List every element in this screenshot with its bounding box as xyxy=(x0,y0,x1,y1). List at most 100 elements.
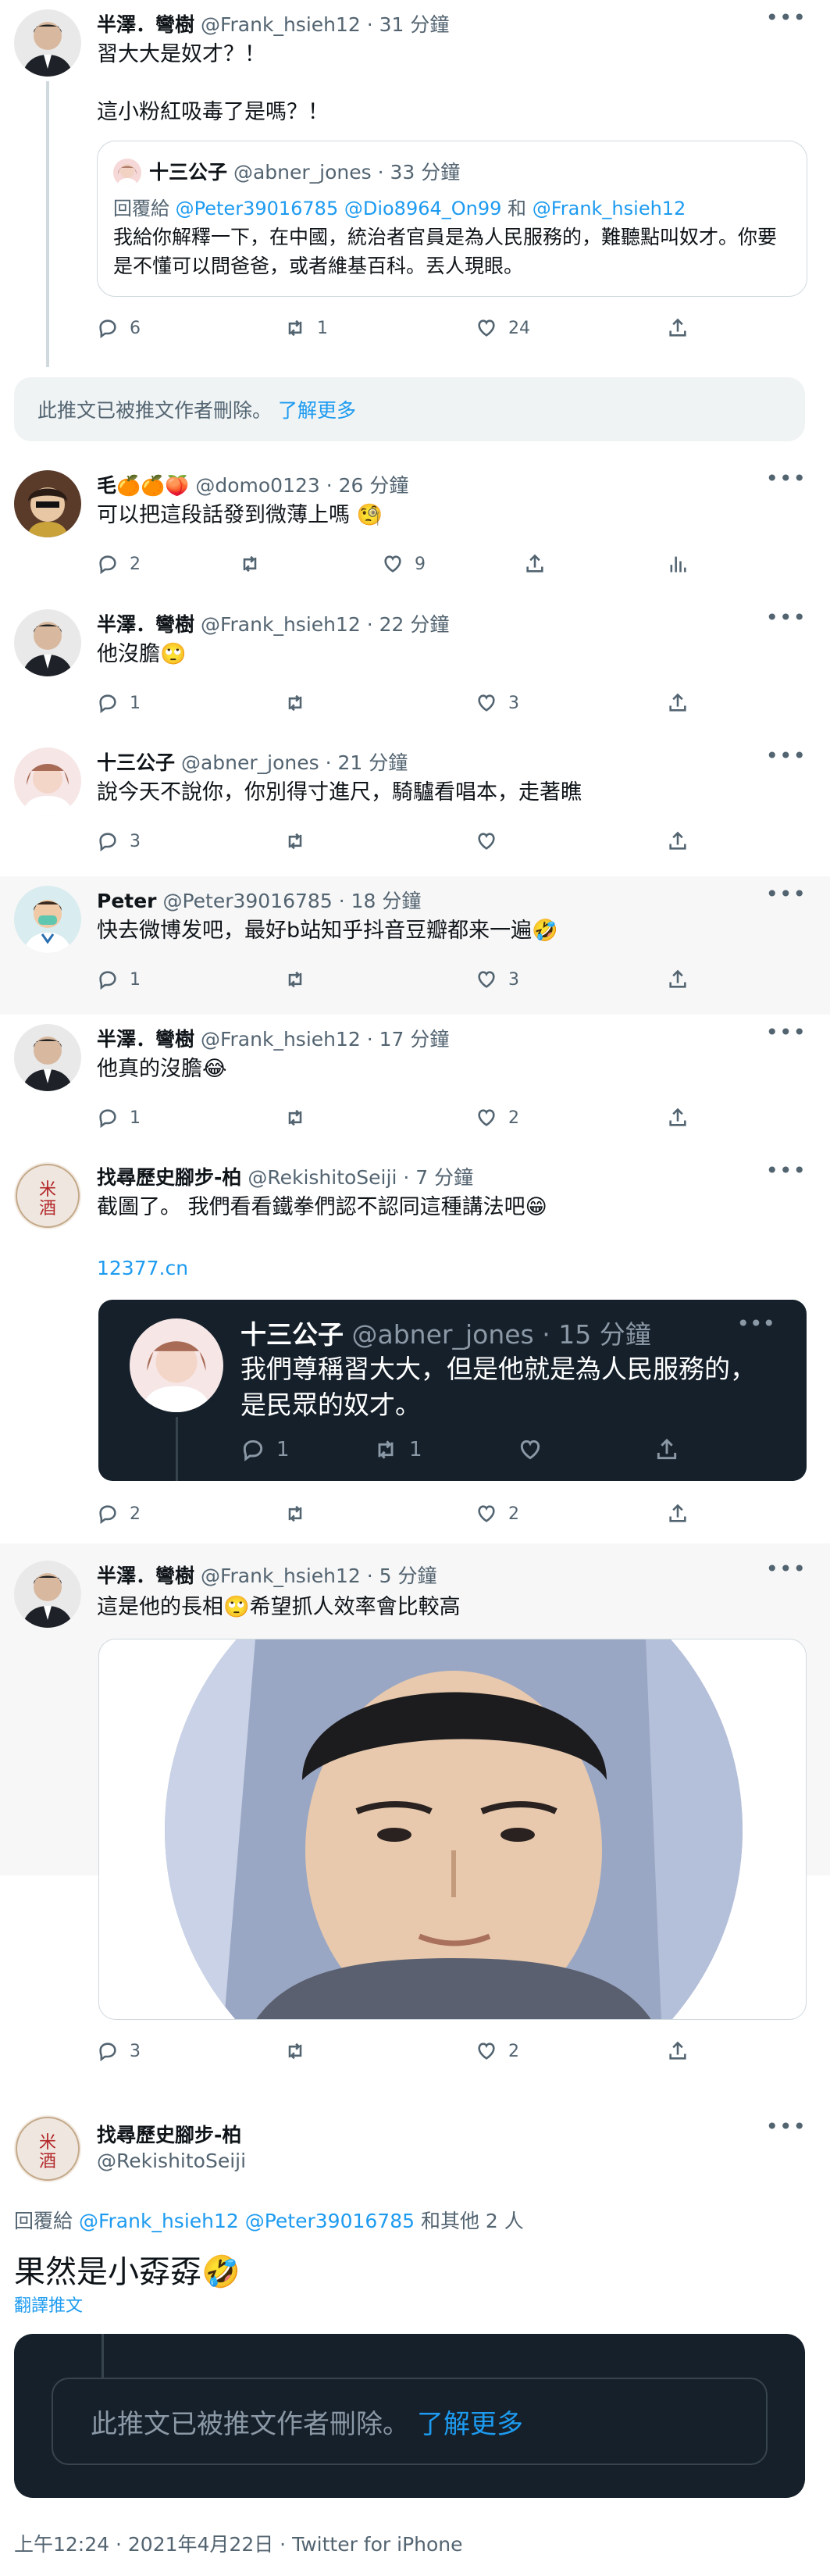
tweet-2[interactable]: 半澤．彎樹 @Frank_hsieh12 · 22 分鐘 ••• 他沒膽🙄 1 … xyxy=(0,600,830,738)
timestamp[interactable]: 7 分鐘 xyxy=(415,1166,473,1189)
avatar[interactable]: 米酒 xyxy=(14,1162,81,1229)
author-name[interactable]: 毛🍊🍊🍑 xyxy=(97,474,189,497)
tweet-7[interactable]: 半澤．彎樹 @Frank_hsieh12 · 5 分鐘 ••• 這是他的長相🙄希… xyxy=(0,1543,830,2095)
author-handle[interactable]: @RekishitoSeiji xyxy=(248,1166,397,1189)
like-button[interactable]: 24 xyxy=(476,312,530,344)
like-button[interactable]: 2 xyxy=(476,1498,519,1529)
avatar[interactable] xyxy=(14,1561,81,1628)
avatar[interactable] xyxy=(14,886,81,953)
more-icon[interactable]: ••• xyxy=(765,5,807,30)
author-name[interactable]: 十三公子 xyxy=(97,751,175,774)
avatar[interactable] xyxy=(14,747,81,815)
share-button[interactable] xyxy=(667,964,689,995)
share-button[interactable] xyxy=(667,312,689,344)
translate-link[interactable]: 翻譯推文 xyxy=(14,2292,83,2317)
author-handle[interactable]: @abner_jones xyxy=(181,751,319,774)
avatar[interactable]: 米酒 xyxy=(14,2115,81,2182)
learn-more-link[interactable]: 了解更多 xyxy=(417,2403,523,2441)
like-button[interactable]: 3 xyxy=(476,964,519,995)
reply-count: 1 xyxy=(130,693,141,713)
embedded-screenshot[interactable]: 十三公子 @abner_jones · 15 分鐘 ••• 我們尊稱習大大，但是… xyxy=(98,1300,807,1481)
reply-button[interactable]: 6 xyxy=(97,312,141,344)
timestamp[interactable]: 5 分鐘 xyxy=(379,1565,437,1587)
retweet-button[interactable] xyxy=(284,964,306,995)
reply-button[interactable]: 2 xyxy=(97,548,141,580)
share-button[interactable] xyxy=(667,2035,689,2067)
tweet-6[interactable]: 米酒 找尋歷史腳步-柏 @RekishitoSeiji · 7 分鐘 ••• 截… xyxy=(0,1153,830,1543)
like-button[interactable]: 3 xyxy=(476,687,519,719)
replying-to[interactable]: @Frank_hsieh12 @Peter39016785 xyxy=(79,2210,415,2232)
timestamp[interactable]: 18 分鐘 xyxy=(351,890,422,912)
more-icon[interactable]: ••• xyxy=(765,466,807,491)
retweet-button[interactable]: 1 xyxy=(284,312,328,344)
avatar[interactable] xyxy=(14,470,81,537)
more-icon[interactable]: ••• xyxy=(765,605,807,630)
share-button[interactable] xyxy=(667,1498,689,1529)
share-button[interactable] xyxy=(667,826,689,857)
like-count: 2 xyxy=(508,2041,519,2061)
author-name[interactable]: 半澤．彎樹 xyxy=(97,1565,194,1587)
replying-others[interactable]: 和其他 2 人 xyxy=(421,2210,524,2232)
author-handle[interactable]: @Peter39016785 xyxy=(162,890,332,912)
analytics-button[interactable] xyxy=(667,548,689,580)
author-name[interactable]: 半澤．彎樹 xyxy=(97,1028,194,1051)
retweet-button[interactable] xyxy=(239,548,261,580)
author-name[interactable]: Peter xyxy=(97,890,157,912)
author-name[interactable]: 找尋歷史腳步-柏 xyxy=(97,1166,241,1189)
reply-button[interactable]: 1 xyxy=(97,687,141,719)
share-button[interactable] xyxy=(524,548,546,580)
tweet-photo[interactable] xyxy=(98,1639,807,2020)
avatar[interactable] xyxy=(14,609,81,676)
more-icon[interactable]: ••• xyxy=(765,1556,807,1582)
tweet-5[interactable]: 半澤．彎樹 @Frank_hsieh12 · 17 分鐘 ••• 他真的沒膽😂 … xyxy=(0,1015,830,1153)
more-icon[interactable]: ••• xyxy=(765,743,807,769)
more-icon[interactable]: ••• xyxy=(765,881,807,907)
like-button[interactable] xyxy=(476,826,497,857)
reply-button[interactable]: 3 xyxy=(97,2035,141,2067)
tweet-1[interactable]: 毛🍊🍊🍑 @domo0123 · 26 分鐘 ••• 可以把這段話發到微薄上嗎 … xyxy=(0,461,830,594)
author-name[interactable]: 找尋歷史腳步-柏 xyxy=(97,2120,241,2148)
tweet-3[interactable]: 十三公子 @abner_jones · 21 分鐘 ••• 說今天不說你，你別得… xyxy=(0,738,830,876)
quoted-tweet[interactable]: 十三公子 @abner_jones · 33 分鐘 回覆給 @Peter3901… xyxy=(97,141,807,297)
timestamp[interactable]: 17 分鐘 xyxy=(379,1028,450,1051)
retweet-button[interactable] xyxy=(284,1498,306,1529)
timestamp[interactable]: 21 分鐘 xyxy=(338,751,408,774)
retweet-button[interactable] xyxy=(284,687,306,719)
author-handle[interactable]: @domo0123 xyxy=(195,474,319,497)
timestamp[interactable]: 26 分鐘 xyxy=(339,474,409,497)
reply-button[interactable]: 2 xyxy=(97,1498,141,1529)
more-icon[interactable]: ••• xyxy=(765,1158,807,1183)
reply-button[interactable]: 3 xyxy=(97,826,141,857)
reply-button[interactable]: 1 xyxy=(97,1102,141,1133)
timestamp[interactable]: 31 分鐘 xyxy=(379,13,450,36)
tweet-meta[interactable]: 上午12:24 · 2021年4月22日 · Twitter for iPhon… xyxy=(14,2529,463,2557)
author-handle[interactable]: @RekishitoSeiji xyxy=(97,2150,246,2172)
like-button[interactable]: 2 xyxy=(476,1102,519,1133)
author-handle[interactable]: @Frank_hsieh12 xyxy=(201,1028,361,1051)
like-button[interactable]: 9 xyxy=(382,548,426,580)
author-name[interactable]: 半澤．彎樹 xyxy=(97,613,194,636)
author-handle[interactable]: @Frank_hsieh12 xyxy=(201,613,361,636)
author-handle[interactable]: @Frank_hsieh12 xyxy=(201,1565,361,1587)
more-icon[interactable]: ••• xyxy=(765,1019,807,1045)
avatar[interactable] xyxy=(14,1024,81,1091)
reply-icon xyxy=(97,553,119,575)
timestamp[interactable]: 22 分鐘 xyxy=(379,613,450,636)
tweet-0[interactable]: 半澤．彎樹 @Frank_hsieh12 · 31 分鐘 ••• 習大大是奴才？… xyxy=(0,0,830,367)
timestamp: 15 分鐘 xyxy=(558,1319,651,1350)
author-name[interactable]: 半澤．彎樹 xyxy=(97,13,194,36)
avatar[interactable] xyxy=(14,9,81,77)
share-button[interactable] xyxy=(667,687,689,719)
tweet-link[interactable]: 12377.cn xyxy=(97,1253,807,1284)
learn-more-link[interactable]: 了解更多 xyxy=(278,395,356,423)
like-button[interactable]: 2 xyxy=(476,2035,519,2067)
share-button[interactable] xyxy=(667,1102,689,1133)
more-icon[interactable]: ••• xyxy=(765,2114,807,2139)
retweet-button[interactable] xyxy=(284,826,306,857)
retweet-button[interactable] xyxy=(284,1102,306,1133)
reply-button[interactable]: 1 xyxy=(97,964,141,995)
tweet-4[interactable]: Peter @Peter39016785 · 18 分鐘 ••• 快去微博发吧，… xyxy=(0,876,830,1015)
author-handle[interactable]: @Frank_hsieh12 xyxy=(201,13,361,36)
reply-icon xyxy=(97,1107,119,1129)
retweet-button[interactable] xyxy=(284,2035,306,2067)
